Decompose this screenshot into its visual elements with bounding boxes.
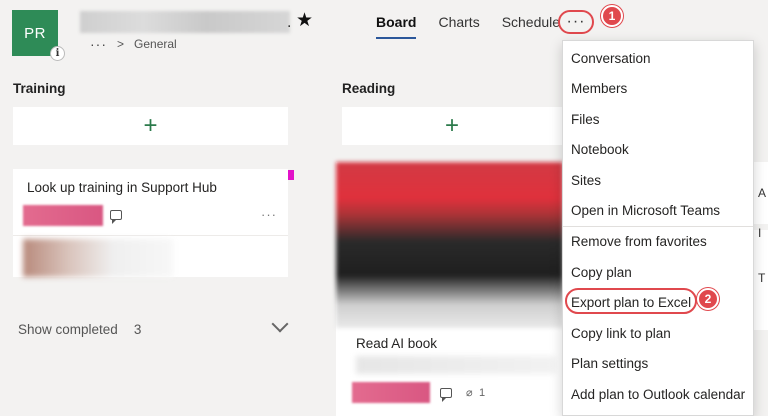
menu-item-sites[interactable]: Sites — [571, 173, 601, 188]
chevron-down-icon[interactable] — [271, 315, 289, 333]
task-card-training[interactable]: Look up training in Support Hub ··· — [13, 169, 288, 277]
tab-charts[interactable]: Charts — [438, 14, 479, 39]
task-more-button[interactable]: ··· — [261, 207, 277, 222]
task-description-redacted — [356, 356, 556, 374]
breadcrumb-separator: > — [117, 37, 125, 51]
tab-schedule[interactable]: Schedule — [502, 14, 560, 39]
comment-icon — [440, 388, 452, 402]
view-tabs: Board Charts Schedule — [376, 14, 560, 39]
assignee-avatar-redacted[interactable] — [23, 239, 173, 277]
step-marker-1: 1 — [601, 5, 623, 27]
breadcrumb-group-link[interactable]: General — [134, 37, 177, 51]
menu-item-add-outlook-calendar[interactable]: Add plan to Outlook calendar — [571, 387, 745, 402]
avatar-initials: PR — [24, 24, 46, 42]
plan-name-suffix: . — [287, 14, 292, 31]
attachment-icon: ⌀ — [466, 387, 473, 399]
breadcrumb-more-button[interactable]: ··· — [90, 36, 107, 52]
breadcrumb: ··· > General — [90, 36, 177, 52]
tab-board[interactable]: Board — [376, 14, 417, 39]
next-bucket-text: T — [758, 271, 766, 285]
add-task-button-training[interactable]: + — [13, 107, 288, 145]
menu-item-files[interactable]: Files — [571, 112, 600, 127]
bucket-title-reading: Reading — [342, 81, 396, 96]
plan-options-menu: Conversation Members Files Notebook Site… — [562, 40, 754, 416]
menu-item-conversation[interactable]: Conversation — [571, 51, 651, 66]
show-completed-toggle[interactable]: Show completed 3 — [18, 322, 141, 337]
card-divider — [13, 235, 288, 236]
menu-separator — [563, 226, 753, 227]
task-title[interactable]: Read AI book — [356, 336, 437, 351]
menu-item-open-in-teams[interactable]: Open in Microsoft Teams — [571, 203, 720, 218]
next-bucket-text: A — [758, 186, 767, 200]
menu-item-members[interactable]: Members — [571, 81, 627, 96]
next-bucket-text: I — [758, 226, 762, 240]
favorite-star-icon[interactable]: ★ — [296, 9, 313, 32]
bucket-title-training: Training — [13, 81, 66, 96]
task-label — [23, 205, 103, 226]
show-completed-label: Show completed — [18, 322, 118, 337]
export-highlight-ring — [565, 288, 697, 314]
task-cover-image-redacted — [336, 162, 563, 328]
step-marker-2: 2 — [697, 288, 719, 310]
task-label — [352, 382, 430, 403]
comment-icon — [110, 210, 122, 224]
completed-count: 3 — [133, 322, 142, 337]
add-task-button-reading[interactable]: + — [342, 107, 562, 145]
plan-name-redacted — [80, 11, 290, 33]
menu-item-copy-plan[interactable]: Copy plan — [571, 265, 632, 280]
priority-tag — [288, 170, 294, 180]
more-options-button[interactable]: ··· — [558, 10, 594, 34]
menu-item-plan-settings[interactable]: Plan settings — [571, 356, 648, 371]
menu-item-copy-link[interactable]: Copy link to plan — [571, 326, 671, 341]
info-icon[interactable]: i — [50, 46, 65, 61]
menu-item-notebook[interactable]: Notebook — [571, 142, 629, 157]
task-title[interactable]: Look up training in Support Hub — [27, 180, 217, 195]
attachment-count: 1 — [479, 387, 486, 399]
menu-item-remove-favorites[interactable]: Remove from favorites — [571, 234, 707, 249]
